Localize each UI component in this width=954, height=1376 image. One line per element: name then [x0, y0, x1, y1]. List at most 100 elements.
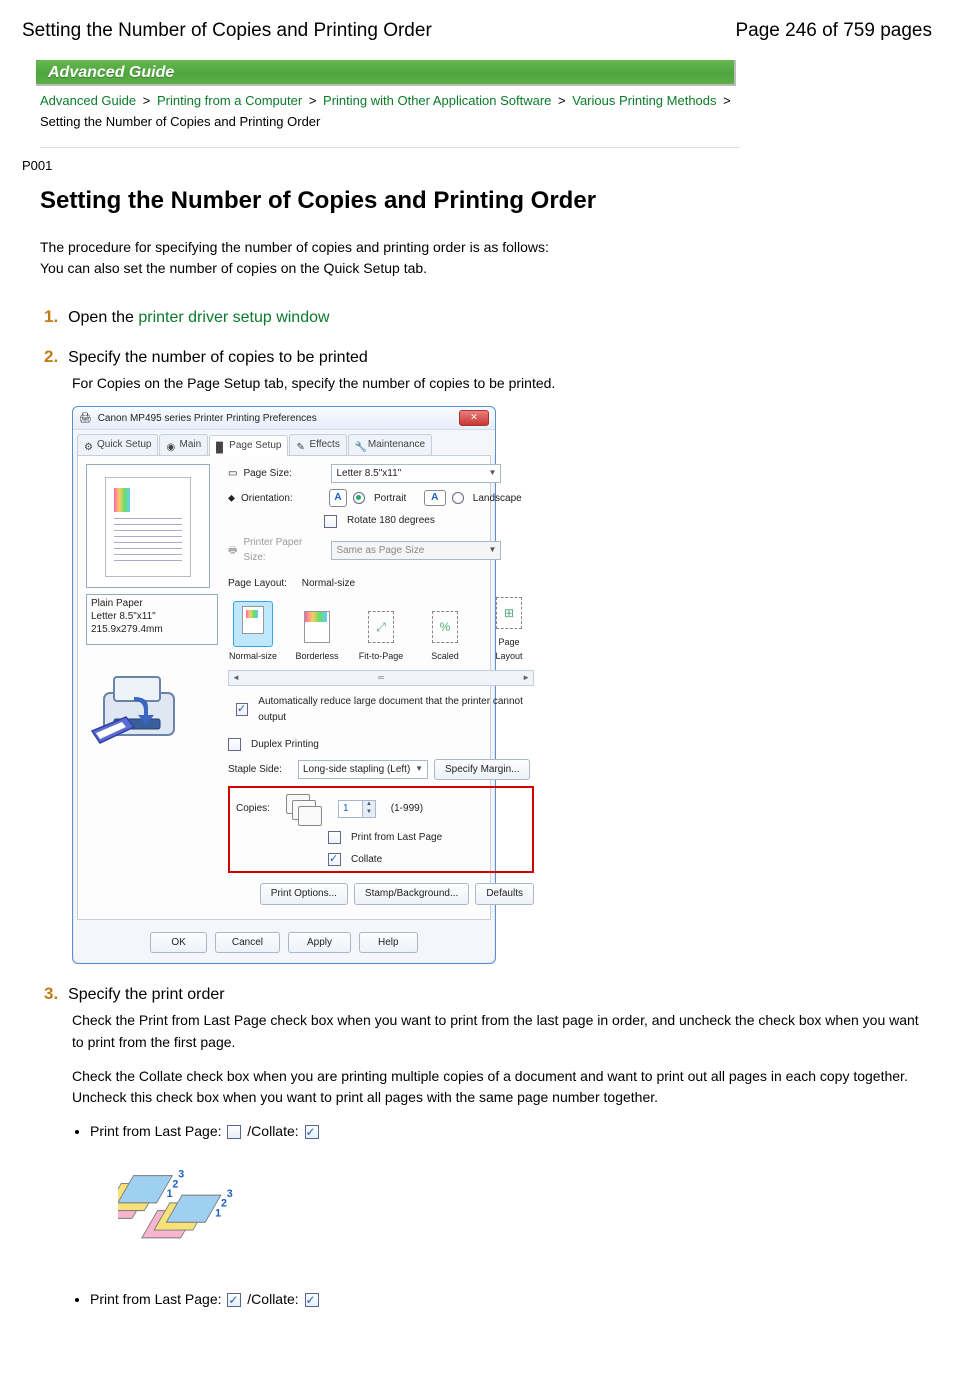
- layout-scaled[interactable]: % Scaled: [420, 611, 470, 664]
- layout-thumbs: Normal-size Borderless ⤢ Fit-to-Page: [228, 597, 534, 664]
- printer-driver-link[interactable]: printer driver setup window: [138, 309, 329, 326]
- doc-header-title: Setting the Number of Copies and Printin…: [22, 20, 432, 42]
- bullet-text: /Collate:: [247, 1123, 302, 1139]
- copies-spinner[interactable]: 1 ▲▼: [338, 800, 376, 818]
- guide-banner: Advanced Guide: [36, 60, 736, 86]
- printer-paper-label: Printer Paper Size:: [243, 535, 325, 566]
- page-size-select[interactable]: Letter 8.5"x11" ▼: [331, 464, 501, 484]
- staple-label: Staple Side:: [228, 762, 292, 778]
- dialog-footer: OK Cancel Apply Help: [73, 924, 495, 964]
- step-title: Specify the number of copies to be print…: [68, 349, 368, 366]
- orient-icon: ⬥: [228, 491, 235, 507]
- pagesetup-icon: ▉: [216, 441, 226, 451]
- layout-fit[interactable]: ⤢ Fit-to-Page: [356, 611, 406, 664]
- breadcrumb-link[interactable]: Printing with Other Application Software: [323, 93, 551, 108]
- collate-checkbox[interactable]: [328, 853, 341, 866]
- auto-reduce-checkbox[interactable]: [236, 703, 248, 716]
- landscape-icon: A: [424, 490, 446, 506]
- help-button[interactable]: Help: [359, 932, 418, 954]
- breadcrumb-sep: >: [723, 93, 731, 108]
- copies-label: Copies:: [236, 801, 280, 817]
- rotate-180-checkbox[interactable]: [324, 515, 337, 528]
- tab-main[interactable]: ◉Main: [159, 434, 208, 455]
- stamp-background-button[interactable]: Stamp/Background...: [354, 883, 469, 905]
- tab-label: Page Setup: [229, 438, 281, 454]
- close-button[interactable]: ✕: [459, 410, 489, 426]
- thumb-label: Borderless: [292, 650, 342, 664]
- svg-text:2: 2: [221, 1197, 227, 1209]
- defaults-button[interactable]: Defaults: [475, 883, 534, 905]
- breadcrumb-link[interactable]: Advanced Guide: [40, 93, 136, 108]
- orientation-label: Orientation:: [241, 491, 323, 507]
- duplex-checkbox[interactable]: [228, 738, 241, 751]
- thumb-label: Normal-size: [228, 650, 278, 664]
- radio-label: Portrait: [374, 491, 406, 507]
- dialog-titlebar: 🖨 Canon MP495 series Printer Printing Pr…: [73, 407, 495, 430]
- radio-label: Landscape: [473, 491, 522, 507]
- print-last-page-checkbox[interactable]: [328, 831, 341, 844]
- breadcrumb: Advanced Guide > Printing from a Compute…: [40, 91, 740, 133]
- print-options-button[interactable]: Print Options...: [260, 883, 348, 905]
- bullet-text: /Collate:: [247, 1291, 302, 1307]
- checkbox-label: Duplex Printing: [251, 737, 319, 753]
- step-number: 3.: [44, 984, 58, 1003]
- page-icon: ▭: [228, 466, 237, 482]
- breadcrumb-link[interactable]: Various Printing Methods: [572, 93, 716, 108]
- apply-button[interactable]: Apply: [288, 932, 351, 954]
- thumb-label: Fit-to-Page: [356, 650, 406, 664]
- tab-label: Quick Setup: [97, 437, 151, 453]
- page-counter: Page 246 of 759 pages: [735, 20, 932, 42]
- bullet-text: Print from Last Page:: [90, 1123, 225, 1139]
- specify-margin-button[interactable]: Specify Margin...: [434, 759, 530, 781]
- page-layout-value: Normal-size: [302, 576, 355, 592]
- printer-icon: 🖨: [79, 411, 92, 427]
- maintenance-icon: 🔧: [355, 440, 365, 450]
- intro-line: You can also set the number of copies on…: [40, 258, 932, 279]
- breadcrumb-current: Setting the Number of Copies and Printin…: [40, 114, 320, 129]
- printer-illustration: [86, 659, 196, 755]
- svg-text:2: 2: [172, 1178, 178, 1190]
- tab-label: Main: [179, 437, 201, 453]
- main-icon: ◉: [166, 440, 176, 450]
- breadcrumb-sep: >: [309, 93, 317, 108]
- layout-borderless[interactable]: Borderless: [292, 611, 342, 664]
- svg-text:3: 3: [227, 1188, 233, 1200]
- dialog-body: Plain Paper Letter 8.5"x11" 215.9x279.4m…: [77, 455, 491, 920]
- breadcrumb-sep: >: [558, 93, 566, 108]
- layout-scrollbar[interactable]: ◄═►: [228, 670, 534, 686]
- step-para: Check the Collate check box when you are…: [72, 1066, 932, 1109]
- tab-label: Maintenance: [368, 437, 425, 453]
- printer-icon: 🖶: [228, 543, 237, 559]
- landscape-radio[interactable]: [452, 492, 464, 504]
- page-size-label: Page Size:: [243, 466, 325, 482]
- staple-select[interactable]: Long-side stapling (Left) ▼: [298, 760, 428, 780]
- layout-normal[interactable]: Normal-size: [228, 601, 278, 664]
- page-title: Setting the Number of Copies and Printin…: [40, 187, 932, 215]
- collate-illustration: 3 2 1 3 2 1: [118, 1153, 254, 1243]
- layout-pagelayout[interactable]: ⊞ Page Layout: [484, 597, 534, 664]
- tab-page-setup[interactable]: ▉Page Setup: [209, 435, 288, 456]
- copies-value: 1: [343, 801, 349, 817]
- dropdown-icon: ▼: [489, 467, 497, 479]
- tab-effects[interactable]: ✎Effects: [289, 434, 346, 455]
- step-title: Specify the print order: [68, 986, 225, 1003]
- breadcrumb-sep: >: [143, 93, 151, 108]
- quicksetup-icon: ⚙: [84, 440, 94, 450]
- copies-icon: [286, 794, 326, 824]
- step-text: Open the: [68, 309, 138, 326]
- ok-button[interactable]: OK: [150, 932, 206, 954]
- checkbox-checked-icon: [305, 1125, 319, 1139]
- caption-line: Letter 8.5"x11" 215.9x279.4mm: [91, 610, 213, 636]
- dialog-title: Canon MP495 series Printer Printing Pref…: [98, 411, 317, 427]
- svg-text:1: 1: [215, 1207, 221, 1219]
- page-layout-label: Page Layout:: [228, 576, 287, 592]
- tab-maintenance[interactable]: 🔧Maintenance: [348, 434, 432, 455]
- portrait-radio[interactable]: [353, 492, 365, 504]
- breadcrumb-link[interactable]: Printing from a Computer: [157, 93, 302, 108]
- bullet-text: Print from Last Page:: [90, 1291, 225, 1307]
- step-desc: For Copies on the Page Setup tab, specif…: [72, 373, 932, 395]
- cancel-button[interactable]: Cancel: [215, 932, 280, 954]
- step-number: 2.: [44, 347, 58, 366]
- thumb-label: Page Layout: [484, 636, 534, 664]
- tab-quick-setup[interactable]: ⚙Quick Setup: [77, 434, 158, 455]
